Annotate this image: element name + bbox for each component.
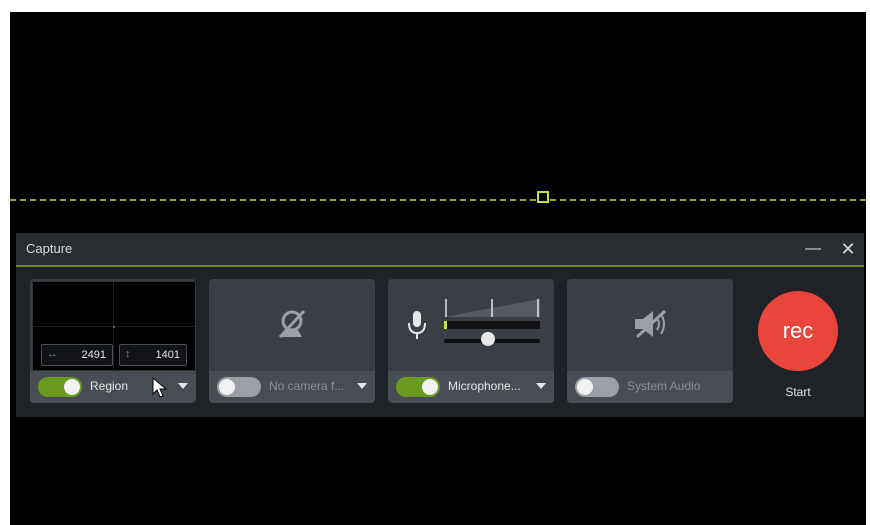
camera-dropdown-icon[interactable]	[357, 383, 367, 389]
preview-center-dot	[113, 326, 115, 328]
width-value: 2491	[81, 349, 106, 361]
microphone-dropdown-icon[interactable]	[536, 383, 546, 389]
system-audio-controls: System Audio	[567, 371, 733, 403]
region-preview-area[interactable]: ↔ 2491 ↕ 1401	[30, 279, 196, 371]
camera-card: No camera f...	[209, 279, 375, 403]
close-button[interactable]: ✕	[836, 237, 860, 261]
region-preview: ↔ 2491 ↕ 1401	[32, 281, 196, 371]
region-controls: Region	[30, 371, 196, 403]
height-arrow-icon: ↕	[125, 348, 131, 360]
microphone-toggle[interactable]	[396, 377, 440, 397]
start-label: Start	[785, 385, 811, 399]
region-toggle[interactable]	[38, 377, 82, 397]
microphone-label: Microphone...	[448, 379, 521, 393]
capture-screen: Capture — ✕ ↔ 2491 ↕ 1401 Region No came…	[10, 12, 866, 525]
capture-toolbar-window: Capture — ✕ ↔ 2491 ↕ 1401 Region No came…	[16, 233, 864, 417]
record-button[interactable]: rec	[758, 291, 838, 371]
toggle-knob	[64, 379, 80, 395]
region-dropdown-icon[interactable]	[178, 383, 188, 389]
microphone-volume-slider[interactable]	[444, 331, 540, 349]
window-title: Capture	[26, 241, 73, 256]
mouse-cursor-icon	[152, 377, 168, 398]
close-icon: ✕	[840, 239, 856, 259]
system-audio-panel[interactable]	[567, 279, 733, 371]
camera-toggle[interactable]	[217, 377, 261, 397]
microphone-panel	[388, 279, 554, 371]
width-arrow-icon: ↔	[47, 348, 58, 360]
title-bar: Capture — ✕	[16, 233, 864, 267]
recording-area-guide	[10, 199, 866, 201]
minimize-button[interactable]: —	[801, 237, 825, 261]
speaker-muted-icon	[635, 309, 667, 339]
system-audio-card: System Audio	[567, 279, 733, 403]
camera-off-icon	[278, 309, 306, 339]
resize-handle[interactable]	[537, 191, 549, 203]
toggle-knob	[422, 379, 438, 395]
camera-preview-area[interactable]	[209, 279, 375, 371]
region-card: ↔ 2491 ↕ 1401 Region	[30, 279, 196, 403]
region-label: Region	[90, 379, 129, 393]
height-value: 1401	[155, 349, 180, 361]
toggle-knob	[577, 379, 593, 395]
camera-controls: No camera f...	[209, 371, 375, 403]
slider-thumb[interactable]	[481, 332, 495, 346]
height-field[interactable]: ↕ 1401	[119, 344, 187, 366]
system-audio-label: System Audio	[627, 379, 701, 393]
microphone-controls: Microphone...	[388, 371, 554, 403]
system-audio-toggle[interactable]	[575, 377, 619, 397]
microphone-card: Microphone...	[388, 279, 554, 403]
width-field[interactable]: ↔ 2491	[41, 344, 113, 366]
toggle-knob	[219, 379, 235, 395]
camera-label: No camera f...	[269, 379, 345, 393]
minimize-icon: —	[805, 240, 821, 257]
microphone-icon	[408, 311, 426, 339]
